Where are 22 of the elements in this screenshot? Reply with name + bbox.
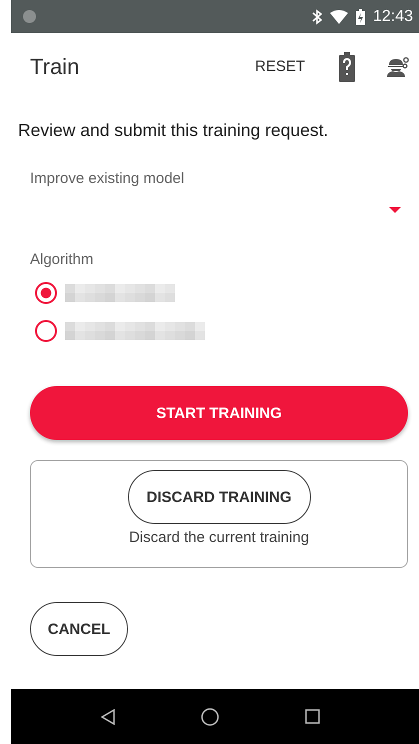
radio-button[interactable] (35, 320, 57, 342)
screen-title: Train (30, 54, 80, 80)
dropdown-arrow-icon (389, 207, 401, 213)
discard-caption: Discard the current training (128, 529, 310, 546)
worker-gear-icon[interactable] (387, 56, 409, 76)
cancel-button[interactable]: CANCEL (30, 602, 128, 656)
wifi-icon (330, 10, 348, 24)
section-label: Algorithm (30, 251, 94, 268)
radio-button[interactable] (35, 282, 57, 304)
home-icon[interactable] (200, 708, 218, 726)
field-label: Improve existing model (30, 170, 186, 187)
discard-training-button[interactable]: DISCARD TRAINING (128, 470, 310, 524)
start-training-button[interactable]: START TRAINING (30, 386, 408, 440)
recents-icon[interactable] (304, 709, 320, 724)
clock: 12:43 (372, 8, 413, 26)
bluetooth-icon (312, 8, 322, 24)
battery-question-icon[interactable] (339, 52, 355, 82)
back-icon[interactable] (100, 708, 114, 724)
battery-icon (356, 8, 365, 24)
reset-button[interactable]: RESET (250, 52, 309, 81)
notification-icon (23, 10, 36, 23)
instruction-text: Review and submit this training request. (18, 120, 330, 141)
